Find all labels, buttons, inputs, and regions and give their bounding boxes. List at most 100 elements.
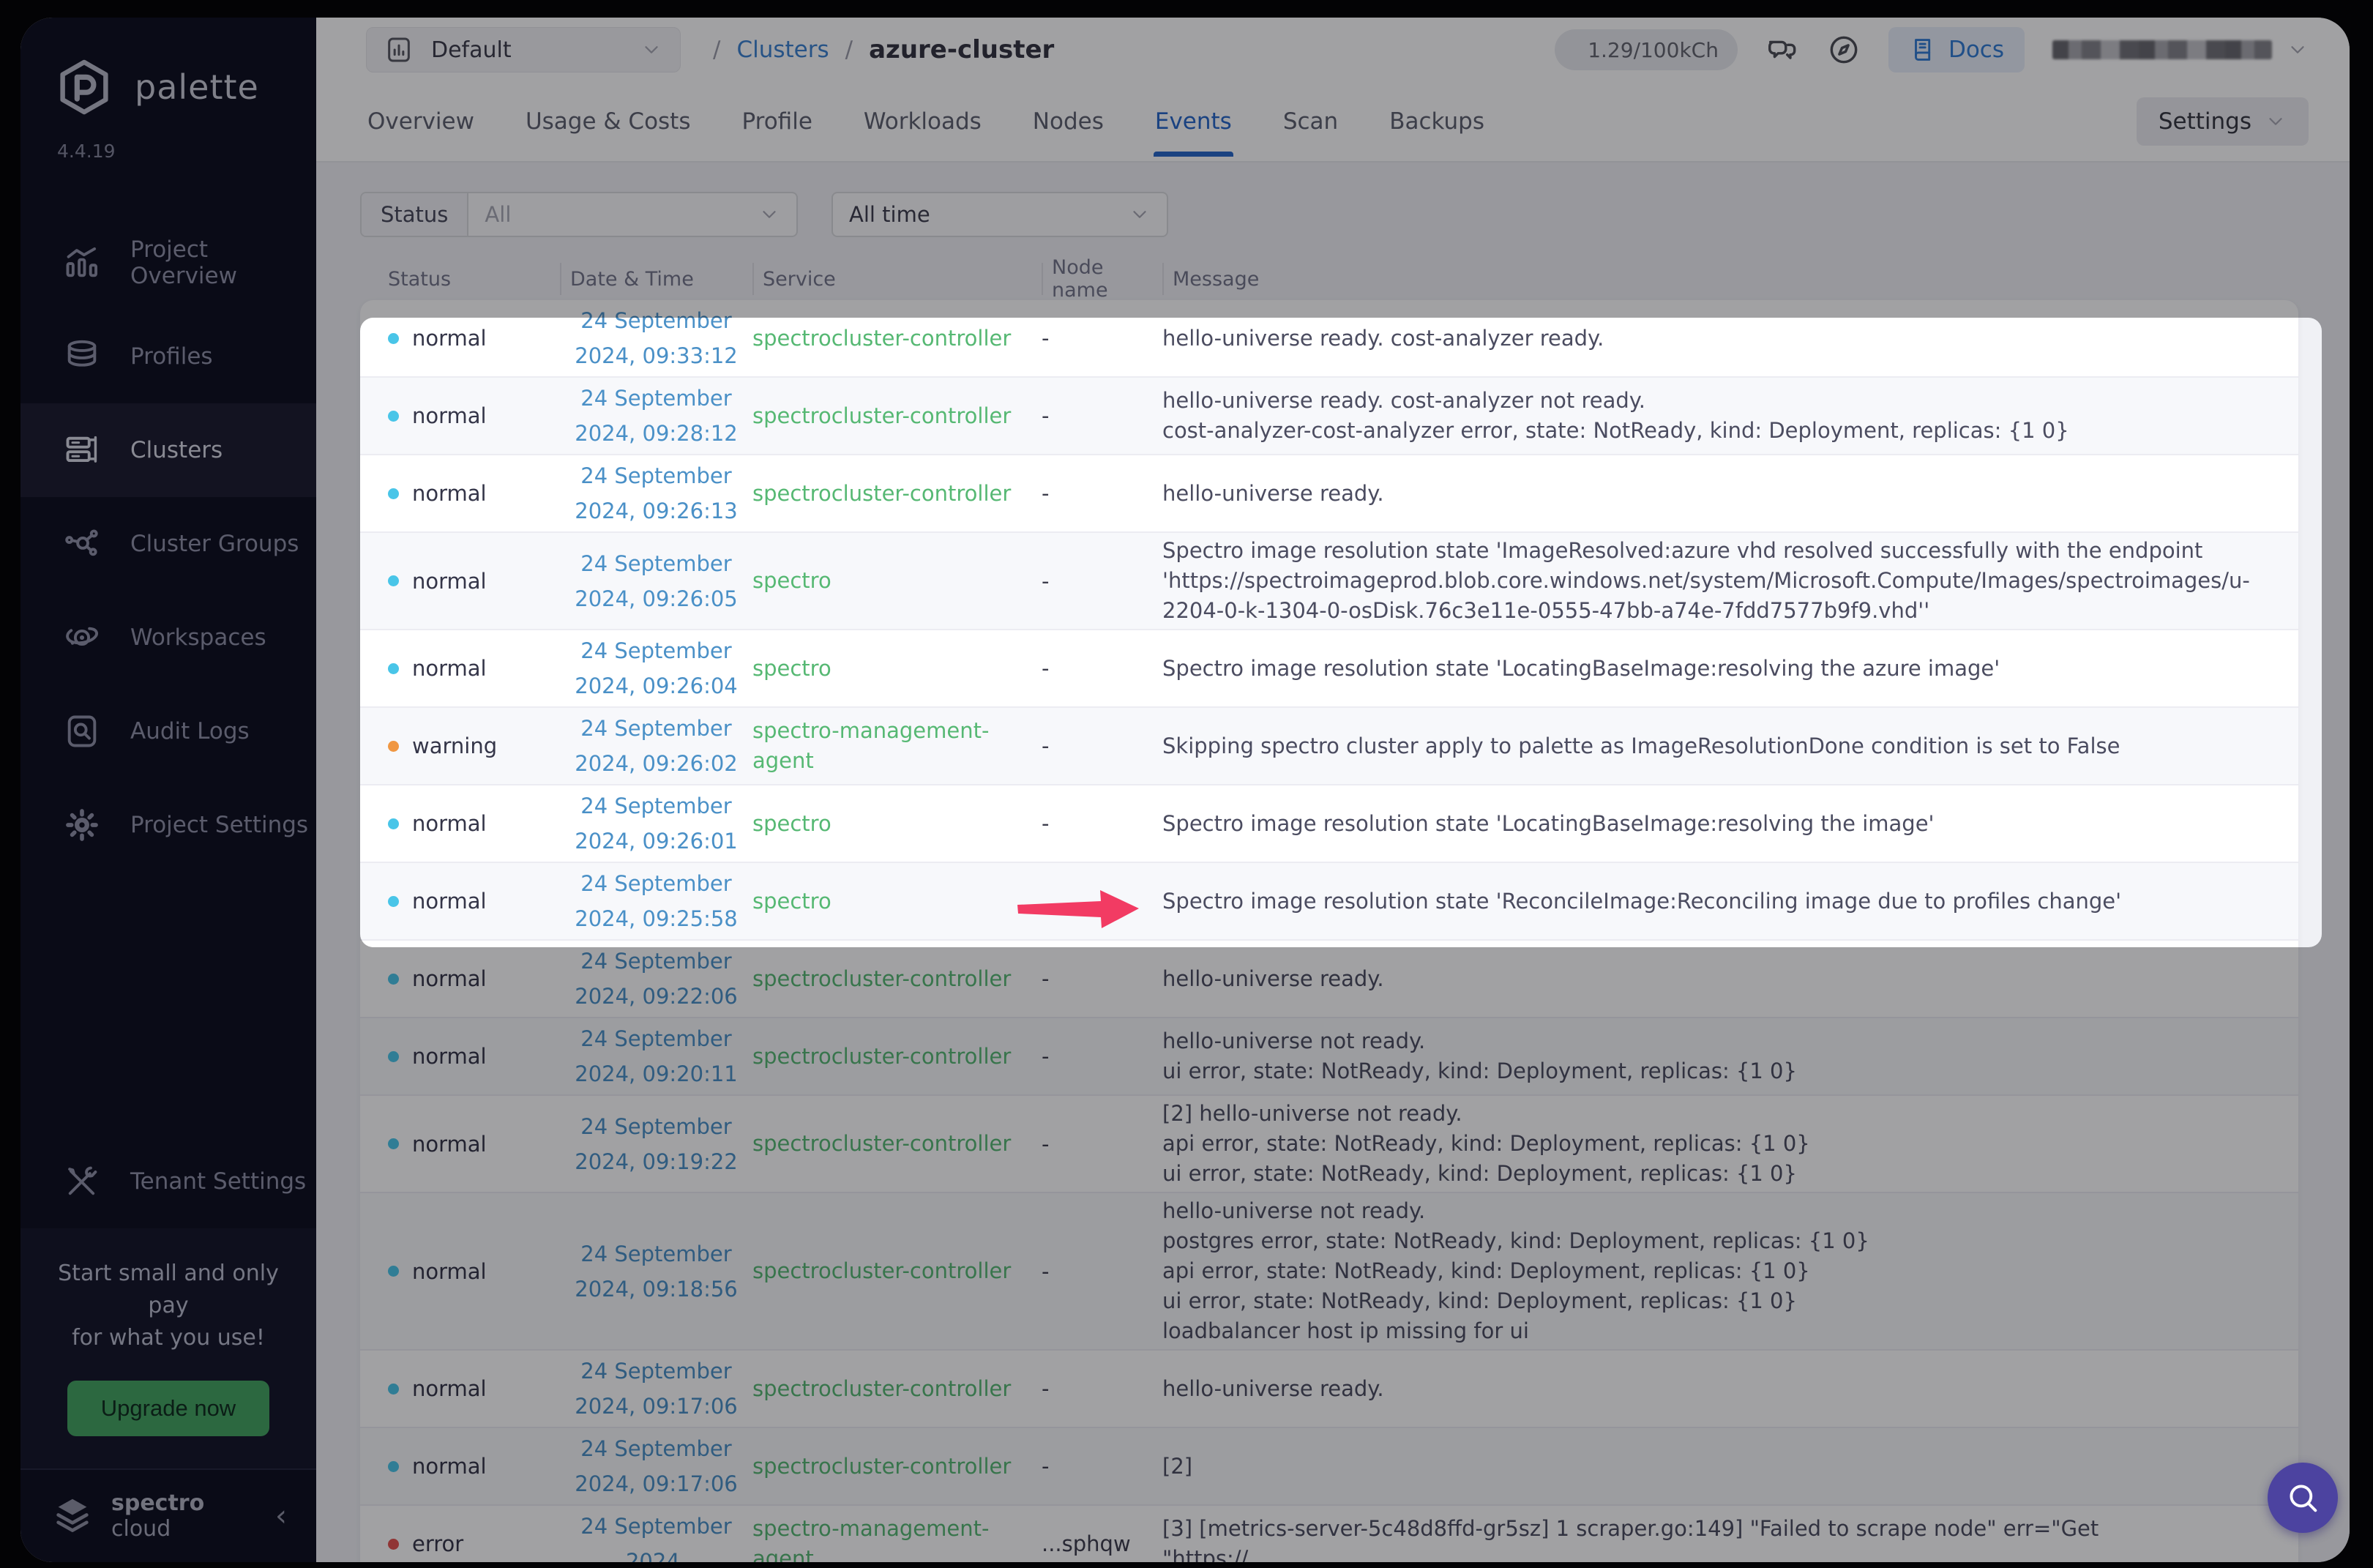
event-service-cell: spectro (752, 566, 1042, 596)
event-date-link[interactable]: 24 September2024, 09:25:58 (560, 866, 752, 936)
table-row[interactable]: normal24 September2024, 09:17:06spectroc… (360, 1427, 2298, 1504)
sidebar-item-cluster-groups[interactable]: Cluster Groups (20, 497, 316, 591)
status-dot-normal-icon (388, 488, 399, 499)
table-row[interactable]: warning24 September2024, 09:26:02spectro… (360, 706, 2298, 784)
breadcrumb-clusters-link[interactable]: Clusters (736, 37, 829, 63)
event-message-cell: [2] hello-universe not ready.api error, … (1162, 1099, 2298, 1189)
tab-overview[interactable]: Overview (366, 86, 476, 157)
message-line: hello-universe not ready. (1162, 1196, 2266, 1226)
table-row[interactable]: normal24 September2024, 09:18:56spectroc… (360, 1192, 2298, 1349)
app-window: palette 4.4.19 Project OverviewProfilesC… (20, 18, 2350, 1562)
date-line2: 2024, 09:17:06 (560, 1389, 752, 1424)
event-message-cell: Spectro image resolution state 'Locating… (1162, 654, 2298, 684)
tab-workloads[interactable]: Workloads (862, 86, 983, 157)
date-line1: 24 September (560, 458, 752, 493)
date-line1: 24 September (560, 944, 752, 979)
event-message-cell: hello-universe ready. (1162, 479, 2298, 509)
chevron-down-icon (2265, 111, 2287, 132)
spectro-label: spectro (111, 1490, 204, 1516)
status-label: normal (412, 1044, 487, 1069)
event-node-cell: - (1042, 811, 1162, 836)
table-row[interactable]: normal24 September2024, 09:22:06spectroc… (360, 939, 2298, 1017)
event-date-link[interactable]: 24 September2024, 09:26:05 (560, 546, 752, 616)
date-line1: 24 September (560, 303, 752, 338)
time-filter[interactable]: All time (832, 192, 1168, 237)
status-label: normal (412, 1259, 487, 1284)
project-selector[interactable]: Default (366, 27, 681, 72)
event-node-cell: - (1042, 326, 1162, 351)
event-message-cell: [3] [metrics-server-5c48d8ffd-gr5sz] 1 s… (1162, 1514, 2298, 1562)
sidebar-item-tenant-settings[interactable]: Tenant Settings (20, 1135, 316, 1228)
sidebar-item-project-overview[interactable]: Project Overview (20, 216, 316, 310)
status-dot-normal-icon (388, 1138, 399, 1149)
tab-scan[interactable]: Scan (1282, 86, 1339, 157)
status-label: error (412, 1531, 463, 1556)
table-row[interactable]: normal24 September2024, 09:25:58spectroS… (360, 862, 2298, 939)
event-status-cell: normal (360, 966, 560, 991)
docs-button[interactable]: Docs (1888, 27, 2025, 72)
status-filter[interactable]: Status All (360, 192, 798, 237)
clusters-icon (63, 431, 101, 469)
table-row[interactable]: normal24 September2024, 09:33:12spectroc… (360, 300, 2298, 376)
table-row[interactable]: normal24 September2024, 09:19:22spectroc… (360, 1094, 2298, 1192)
event-date-link[interactable]: 24 September2024, 09:19:22 (560, 1109, 752, 1179)
tab-usage-costs[interactable]: Usage & Costs (524, 86, 692, 157)
date-line2: 2024, 09:17:06 (560, 1466, 752, 1501)
settings-button[interactable]: Settings (2137, 97, 2309, 146)
sidebar-item-audit-logs[interactable]: Audit Logs (20, 684, 316, 778)
sidebar-collapse-button chevron-left-icon[interactable]: ‹ (275, 1499, 287, 1533)
event-date-link[interactable]: 24 September2024, 09:26:01 (560, 788, 752, 859)
table-row[interactable]: error24 September2024,spectro-management… (360, 1504, 2298, 1562)
table-row[interactable]: normal24 September2024, 09:26:05spectro-… (360, 531, 2298, 629)
tab-events[interactable]: Events (1154, 86, 1233, 157)
events-table-header: StatusDate & TimeServiceNode nameMessage (360, 258, 2298, 300)
event-status-cell: normal (360, 1044, 560, 1069)
status-dot-normal-icon (388, 1384, 399, 1395)
event-date-link[interactable]: 24 September2024, 09:17:06 (560, 1354, 752, 1424)
event-node-cell: - (1042, 1259, 1162, 1284)
spectro-cloud-logo-icon (50, 1493, 95, 1539)
event-date-link[interactable]: 24 September2024, 09:26:04 (560, 633, 752, 703)
tab-nodes[interactable]: Nodes (1031, 86, 1105, 157)
table-row[interactable]: normal24 September2024, 09:26:01spectro-… (360, 784, 2298, 862)
chat-icon[interactable] (1765, 33, 1799, 67)
message-line: hello-universe not ready. (1162, 1026, 2266, 1056)
sidebar-item-profiles[interactable]: Profiles (20, 310, 316, 403)
event-date-link[interactable]: 24 September2024, 09:33:12 (560, 303, 752, 373)
event-status-cell: normal (360, 1259, 560, 1284)
status-dot-error-icon (388, 1539, 399, 1550)
sidebar-item-workspaces[interactable]: Workspaces (20, 591, 316, 684)
date-line1: 24 September (560, 633, 752, 668)
event-date-link[interactable]: 24 September2024, 09:18:56 (560, 1236, 752, 1307)
compass-icon[interactable] (1827, 33, 1861, 67)
table-row[interactable]: normal24 September2024, 09:20:11spectroc… (360, 1017, 2298, 1094)
event-date-link[interactable]: 24 September2024, 09:20:11 (560, 1021, 752, 1091)
tab-backups[interactable]: Backups (1388, 86, 1486, 157)
sidebar-item-project-settings[interactable]: Project Settings (20, 778, 316, 872)
sidebar-item-clusters[interactable]: Clusters (20, 403, 316, 497)
table-row[interactable]: normal24 September2024, 09:26:13spectroc… (360, 454, 2298, 531)
event-date-link[interactable]: 24 September2024, 09:26:13 (560, 458, 752, 529)
date-line2: 2024, 09:20:11 (560, 1056, 752, 1091)
table-row[interactable]: normal24 September2024, 09:28:12spectroc… (360, 376, 2298, 454)
table-row[interactable]: normal24 September2024, 09:17:06spectroc… (360, 1349, 2298, 1427)
event-status-cell: normal (360, 889, 560, 914)
account-menu[interactable] (2052, 39, 2309, 61)
date-line1: 24 September (560, 381, 752, 416)
date-line2: 2024, 09:22:06 (560, 979, 752, 1014)
events-table: normal 24 September2024, 09:33:12 spectroc… (360, 300, 2298, 1562)
event-date-link[interactable]: 24 September2024, 09:28:12 (560, 381, 752, 451)
sidebar-item-label: Cluster Groups (130, 531, 299, 557)
date-line1: 24 September (560, 1354, 752, 1389)
table-row[interactable]: normal24 September2024, 09:26:04spectro-… (360, 629, 2298, 706)
event-date-link[interactable]: 24 September2024, 09:26:02 (560, 711, 752, 781)
event-date-link[interactable]: 24 September2024, 09:22:06 (560, 944, 752, 1014)
search-fab-button[interactable] (2268, 1463, 2338, 1533)
settings-label: Settings (2159, 108, 2251, 135)
event-date-link[interactable]: 24 September2024, 09:17:06 (560, 1431, 752, 1501)
event-date-link[interactable]: 24 September2024, (560, 1509, 752, 1562)
tab-profile[interactable]: Profile (741, 86, 814, 157)
upgrade-now-button[interactable]: Upgrade now (67, 1381, 269, 1436)
event-service-cell: spectrocluster-controller (752, 964, 1042, 994)
event-service-cell: spectro (752, 886, 1042, 916)
